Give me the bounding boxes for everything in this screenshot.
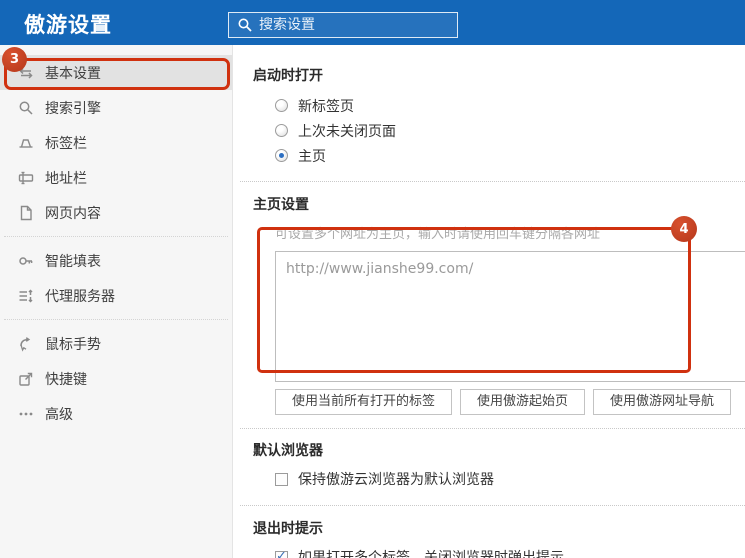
sidebar-divider — [4, 236, 228, 237]
settings-search-input[interactable] — [259, 17, 449, 33]
address-bar-icon — [18, 170, 34, 186]
exit-prompt-heading: 退出时提示 — [253, 518, 745, 538]
section-divider — [240, 181, 745, 182]
homepage-hint: 可设置多个网址为主页，输入时请使用回车键分隔各网址 — [275, 223, 745, 242]
checkbox-label: 保持傲游云浏览器为默认浏览器 — [298, 469, 494, 489]
key-icon — [18, 253, 34, 269]
sidebar: 基本设置 搜索引擎 标签栏 地址栏 网页内容 — [0, 45, 233, 558]
radio-option-new-tab[interactable]: 新标签页 — [275, 93, 745, 118]
radio-icon-selected[interactable] — [275, 149, 288, 162]
section-divider — [240, 428, 745, 429]
sidebar-item-autofill[interactable]: 智能填表 — [0, 243, 232, 278]
sidebar-item-shortcuts[interactable]: 快捷键 — [0, 361, 232, 396]
header: 傲游设置 — [0, 0, 745, 45]
section-divider — [240, 505, 745, 506]
radio-label: 主页 — [298, 146, 326, 166]
sidebar-divider — [4, 319, 228, 320]
ellipsis-icon — [18, 406, 34, 422]
search-icon — [237, 17, 253, 33]
sidebar-item-basic-settings[interactable]: 基本设置 — [0, 55, 232, 90]
startup-options: 新标签页 上次未关闭页面 主页 — [234, 93, 745, 168]
sidebar-item-label: 智能填表 — [45, 251, 101, 271]
homepage-section-heading: 主页设置 — [253, 194, 745, 214]
use-maxthon-start-page-button[interactable]: 使用傲游起始页 — [460, 389, 585, 415]
sidebar-item-web-content[interactable]: 网页内容 — [0, 195, 232, 230]
sidebar-item-search-engine[interactable]: 搜索引擎 — [0, 90, 232, 125]
sidebar-item-proxy-server[interactable]: 代理服务器 — [0, 278, 232, 313]
radio-icon[interactable] — [275, 124, 288, 137]
radio-label: 新标签页 — [298, 96, 354, 116]
use-current-tabs-button[interactable]: 使用当前所有打开的标签 — [275, 389, 452, 415]
radio-label: 上次未关闭页面 — [298, 121, 396, 141]
use-maxthon-navigation-button[interactable]: 使用傲游网址导航 — [593, 389, 731, 415]
checkbox-unchecked-icon[interactable] — [275, 473, 288, 486]
checkbox-label: 如果打开多个标签，关闭浏览器时弹出提示 — [298, 547, 564, 558]
sidebar-item-label: 鼠标手势 — [45, 334, 101, 354]
homepage-buttons: 使用当前所有打开的标签 使用傲游起始页 使用傲游网址导航 — [275, 389, 745, 415]
default-browser-checkbox-row[interactable]: 保持傲游云浏览器为默认浏览器 — [275, 469, 745, 489]
mouse-gesture-icon — [18, 336, 34, 352]
radio-icon[interactable] — [275, 99, 288, 112]
tune-arrows-icon — [18, 65, 34, 81]
sidebar-item-label: 代理服务器 — [45, 286, 115, 306]
radio-option-homepage[interactable]: 主页 — [275, 143, 745, 168]
main-content: 启动时打开 新标签页 上次未关闭页面 主页 主页设置 可设置多个网址为主页，输入… — [234, 45, 745, 558]
search-engine-icon — [18, 100, 34, 116]
settings-search[interactable] — [228, 12, 458, 38]
sidebar-item-label: 快捷键 — [45, 369, 87, 389]
sidebar-item-label: 地址栏 — [45, 168, 87, 188]
page-icon — [18, 205, 34, 221]
sidebar-item-label: 高级 — [45, 404, 73, 424]
sidebar-item-label: 基本设置 — [45, 63, 101, 83]
homepage-url-textarea[interactable]: http://www.jianshe99.com/ — [275, 251, 745, 382]
proxy-list-icon — [18, 288, 34, 304]
sidebar-item-address-bar[interactable]: 地址栏 — [0, 160, 232, 195]
sidebar-item-tab-bar[interactable]: 标签栏 — [0, 125, 232, 160]
sidebar-item-label: 标签栏 — [45, 133, 87, 153]
checkbox-checked-icon[interactable] — [275, 551, 288, 558]
startup-section-heading: 启动时打开 — [253, 65, 745, 85]
sidebar-item-label: 搜索引擎 — [45, 98, 101, 118]
exit-prompt-checkbox-row[interactable]: 如果打开多个标签，关闭浏览器时弹出提示 — [275, 547, 745, 558]
default-browser-heading: 默认浏览器 — [253, 440, 745, 460]
radio-option-last-session[interactable]: 上次未关闭页面 — [275, 118, 745, 143]
page-title: 傲游设置 — [24, 9, 112, 39]
maxthon-settings-window: 傲游设置 基本设置 搜索引擎 标签栏 — [0, 0, 745, 558]
sidebar-item-label: 网页内容 — [45, 203, 101, 223]
sidebar-item-mouse-gestures[interactable]: 鼠标手势 — [0, 326, 232, 361]
sidebar-item-advanced[interactable]: 高级 — [0, 396, 232, 431]
hotkey-icon — [18, 371, 34, 387]
tab-icon — [18, 135, 34, 151]
